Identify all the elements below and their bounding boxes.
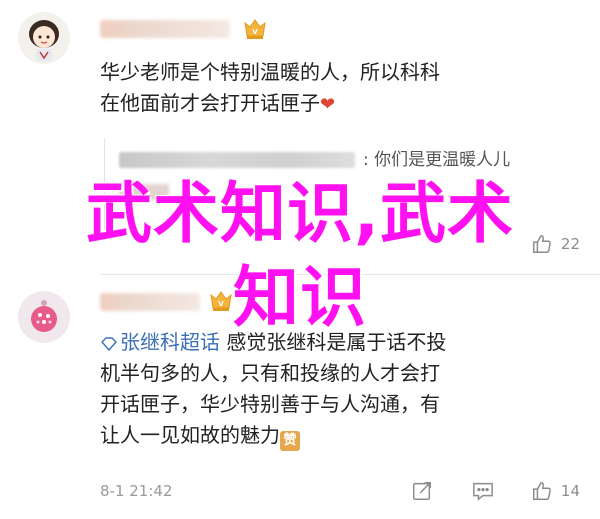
quoted-text: : 你们是更温暖人儿 <box>363 150 511 170</box>
comment-line: 在他面前才会打开话匣子❤ <box>100 91 336 115</box>
vip-badge-icon: V <box>242 17 268 41</box>
cartoon-girl-avatar-icon <box>18 12 70 64</box>
like-count: 14 <box>560 482 580 500</box>
comment-icon <box>473 482 493 501</box>
comment-line: 开话匣子，华少特别善于与人沟通，有 <box>100 392 440 416</box>
comment-line: 华少老师是个特别温暖的人，所以科科 <box>100 60 440 84</box>
comment-body: 张继科超话 感觉张继科是属于话不投 机半句多的人，只有和投缘的人才会打 开话匣子… <box>100 327 570 451</box>
like-button[interactable]: 14 <box>531 480 580 502</box>
comment-line: 让人一见如故的魅力赞 <box>100 420 570 451</box>
zan-emoji-icon: 赞 <box>280 431 300 451</box>
comment-body: 华少老师是个特别温暖的人，所以科科 在他面前才会打开话匣子❤ <box>100 57 570 120</box>
overlay-title-line-2: 知识 <box>233 259 367 336</box>
thumbs-up-icon <box>532 482 551 500</box>
reply-button[interactable] <box>471 480 495 502</box>
quoted-username <box>119 152 355 168</box>
comment-meta: 8-1 21:42 14 <box>100 479 580 503</box>
username[interactable] <box>100 20 230 38</box>
avatar[interactable] <box>18 12 70 64</box>
share-button[interactable] <box>411 480 433 502</box>
share-icon <box>412 482 431 500</box>
comment-time: 8-1 21:42 <box>100 482 173 500</box>
svg-text:V: V <box>252 28 258 36</box>
comment-line: 机半句多的人，只有和投缘的人才会打 <box>100 361 440 385</box>
overlay-title-line-1: 武术知识,武术 <box>85 175 515 252</box>
heart-icon: ❤ <box>320 94 336 115</box>
comment-actions: 14 <box>411 480 580 502</box>
